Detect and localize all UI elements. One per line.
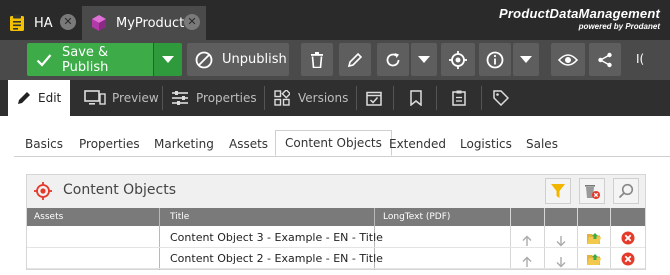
table-header — [27, 208, 645, 226]
clipboard-list-icon — [452, 90, 466, 106]
open-folder-icon[interactable] — [586, 230, 602, 249]
toolbar-overflow[interactable]: I( — [636, 52, 644, 66]
doc-tab-label: MyProduct — [116, 15, 185, 31]
caret-down-icon — [418, 55, 430, 64]
bookmark-icon — [410, 90, 422, 106]
doc-tab-ha[interactable]: HA ✕ — [0, 6, 82, 40]
tab-bookmark[interactable] — [408, 80, 424, 116]
subtab-logistics[interactable]: Logistics — [460, 132, 512, 156]
open-folder-icon[interactable] — [586, 251, 602, 270]
move-up-icon[interactable] — [521, 253, 533, 272]
locate-button[interactable] — [441, 43, 475, 76]
clear-trash-button[interactable] — [579, 178, 605, 204]
subtab-content-objects[interactable]: Content Objects — [275, 130, 392, 156]
monitor-icon — [84, 90, 106, 106]
pencil-icon — [347, 52, 363, 68]
refresh-dropdown[interactable] — [411, 43, 437, 76]
doc-tab-label: HA — [34, 15, 53, 31]
tab-preview[interactable]: Preview — [82, 80, 162, 116]
cube-icon — [90, 14, 108, 32]
subtab-properties[interactable]: Properties — [79, 132, 140, 156]
save-publish-dropdown[interactable] — [154, 43, 182, 76]
remove-icon[interactable] — [621, 230, 635, 249]
tab-calendar[interactable] — [364, 80, 384, 116]
move-down-icon[interactable] — [555, 253, 567, 272]
calendar-check-icon — [366, 90, 382, 106]
share-button[interactable] — [589, 43, 621, 76]
tag-icon — [493, 90, 509, 106]
subtab-extended[interactable]: Extended — [389, 132, 446, 156]
eye-icon — [558, 53, 578, 67]
sub-tab-divider — [14, 156, 670, 157]
save-publish-button[interactable]: Save & Publish — [27, 43, 153, 76]
subtab-basics[interactable]: Basics — [25, 132, 63, 156]
close-icon[interactable]: ✕ — [60, 14, 76, 30]
tab-separator — [436, 86, 437, 110]
target-icon — [34, 182, 52, 204]
subtab-assets[interactable]: Assets — [229, 132, 268, 156]
tab-tags[interactable] — [492, 80, 510, 116]
info-button[interactable] — [479, 43, 511, 76]
info-dropdown[interactable] — [513, 43, 539, 76]
brand-name: ProductDataManagement — [499, 6, 660, 21]
delete-button[interactable] — [301, 43, 333, 76]
share-icon — [597, 52, 613, 68]
tab-properties[interactable]: Properties — [172, 80, 262, 116]
save-publish-label: Save & Publish — [62, 44, 109, 75]
check-icon — [36, 53, 52, 67]
filter-button[interactable] — [545, 178, 571, 204]
trash-icon — [310, 51, 324, 68]
crosshair-icon — [449, 50, 467, 69]
unpublish-button[interactable]: Unpublish — [187, 43, 289, 76]
tab-separator — [162, 86, 163, 110]
close-icon[interactable]: ✕ — [184, 14, 200, 30]
pencil-icon — [16, 90, 32, 106]
subtab-marketing[interactable]: Marketing — [154, 132, 214, 156]
tab-label: Edit — [38, 91, 62, 105]
caret-down-icon — [162, 55, 174, 64]
doc-tab-myproduct[interactable]: MyProduct ✕ — [82, 6, 206, 40]
remove-icon[interactable] — [621, 251, 635, 270]
column-header-longtext[interactable]: LongText (PDF) — [383, 208, 450, 226]
tab-label: Properties — [196, 91, 257, 105]
refresh-icon — [385, 52, 401, 68]
tab-edit[interactable]: Edit — [8, 80, 70, 116]
clipboard-icon — [8, 14, 26, 32]
search-button[interactable] — [613, 178, 639, 204]
row-title: Content Object 2 - Example - EN - Title — [170, 252, 383, 265]
column-header-assets[interactable]: Assets — [34, 208, 63, 226]
tab-label: Preview — [112, 91, 159, 105]
row-title: Content Object 3 - Example - EN - Title — [170, 231, 383, 244]
brand-tagline: powered by Prodanet — [578, 22, 660, 31]
tab-separator — [393, 86, 394, 110]
tab-label: Versions — [298, 91, 349, 105]
ban-icon — [195, 51, 213, 69]
brand-logo: ProductDataManagement powered by Prodane… — [499, 6, 660, 31]
subtab-sales[interactable]: Sales — [526, 132, 558, 156]
tab-separator — [264, 86, 265, 110]
search-icon — [618, 183, 634, 199]
sliders-icon — [172, 91, 188, 105]
unpublish-label: Unpublish — [222, 52, 287, 67]
panel-title: Content Objects — [63, 182, 177, 198]
filter-icon — [551, 183, 565, 199]
caret-down-icon — [520, 55, 532, 64]
tab-checklist[interactable] — [450, 80, 468, 116]
tab-separator — [356, 86, 357, 110]
tab-separator — [481, 86, 482, 110]
trash-remove-icon — [583, 182, 601, 200]
view-button[interactable] — [551, 43, 585, 76]
tab-versions[interactable]: Versions — [274, 80, 356, 116]
grid-icon — [274, 90, 290, 106]
column-header-title[interactable]: Title — [170, 208, 189, 226]
info-icon — [486, 51, 504, 69]
refresh-button[interactable] — [377, 43, 409, 76]
edit-button[interactable] — [339, 43, 371, 76]
